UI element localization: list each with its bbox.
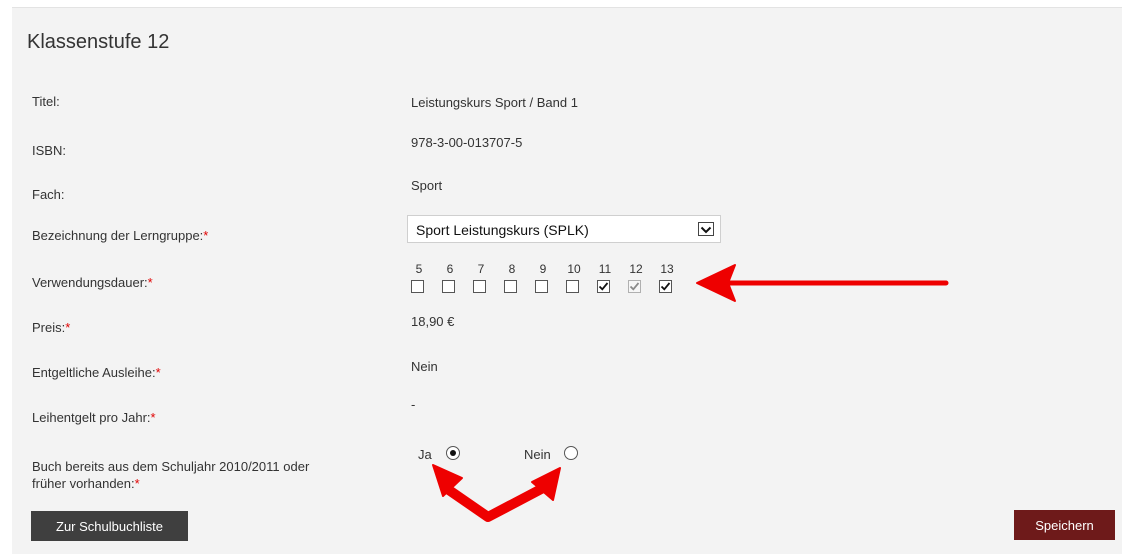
arrow-to-radios-body bbox=[441, 482, 550, 522]
annotation-arrows bbox=[432, 264, 949, 522]
